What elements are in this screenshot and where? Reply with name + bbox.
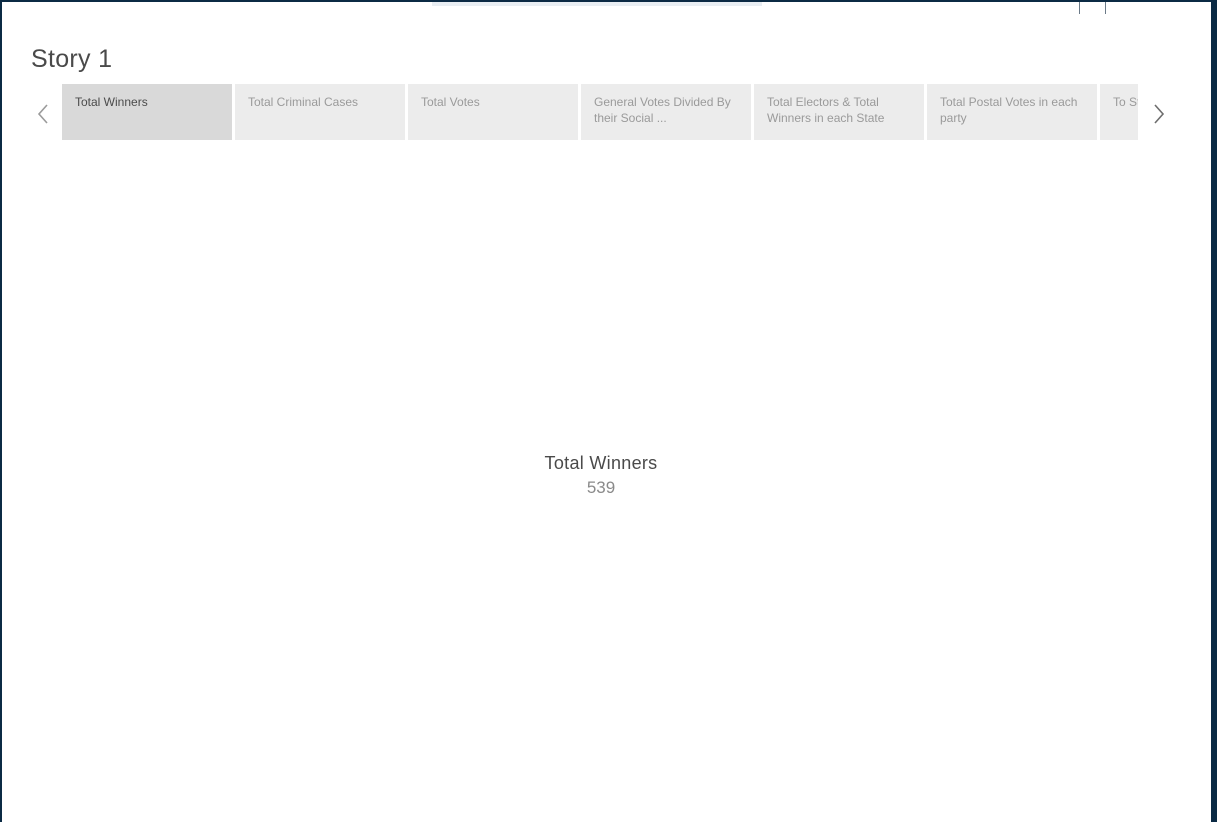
story-point-tab[interactable]: To St (1100, 84, 1138, 140)
story-canvas: Story 1 Total Winners Total Criminal Cas… (2, 2, 1211, 822)
kpi-label: Total Winners (544, 453, 658, 473)
story-point-tab[interactable]: General Votes Divided By their Social ..… (581, 84, 751, 140)
top-toolbar-ticks (1079, 2, 1107, 14)
story-point-tab[interactable]: Total Winners (62, 84, 232, 140)
prev-story-point-button[interactable] (32, 96, 54, 132)
next-story-point-button[interactable] (1148, 96, 1170, 132)
story-point-tab[interactable]: Total Electors & Total Winners in each S… (754, 84, 924, 140)
top-strip (432, 2, 762, 6)
story-point-tab[interactable]: Total Votes (408, 84, 578, 140)
story-title: Story 1 (31, 45, 113, 73)
story-point-tab[interactable]: Total Postal Votes in each party (927, 84, 1097, 140)
chevron-right-icon (1154, 104, 1165, 124)
story-point-tab[interactable]: Total Criminal Cases (235, 84, 405, 140)
kpi-card: Total Winners 539 (442, 452, 760, 500)
chevron-left-icon (37, 104, 48, 124)
kpi-value: 539 (586, 478, 616, 497)
story-points-navigator: Total Winners Total Criminal Cases Total… (62, 84, 1138, 140)
